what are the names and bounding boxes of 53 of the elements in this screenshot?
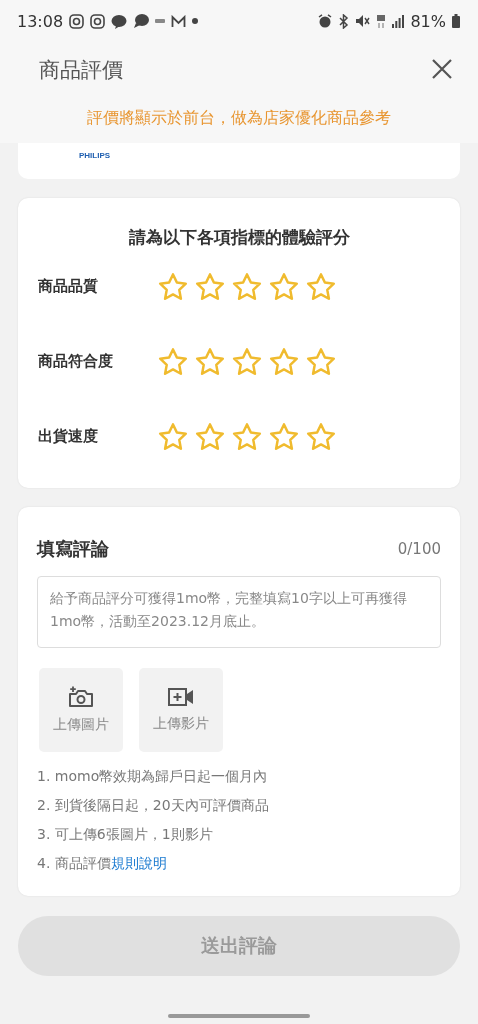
mute-icon [355,14,371,28]
speech-bubble-icon [133,13,150,29]
signal-icon [392,14,405,28]
star-icon[interactable] [268,270,300,303]
video-plus-icon [168,687,194,707]
star-icon[interactable] [305,420,337,453]
rule-text: 2. 到貨後隔日起，20天內可評價商品 [37,796,270,815]
star-icon[interactable] [157,420,189,453]
star-icon[interactable] [194,345,226,378]
criterion-label: 商品符合度 [38,352,114,371]
dot-icon [192,18,199,24]
star-icon[interactable] [157,345,189,378]
star-icon[interactable] [157,270,189,303]
star-icon[interactable] [231,345,263,378]
camera-plus-icon [68,686,94,708]
rules-link[interactable]: 規則說明 [110,855,167,871]
star-icon[interactable] [305,345,337,378]
star-icon[interactable] [268,420,300,453]
chat-bubble-icon [111,13,128,29]
battery-percentage: 81% [410,11,446,31]
character-counter: 0/100 [397,540,441,558]
camera-app-icon [69,13,85,29]
star-icon[interactable] [194,420,226,453]
close-icon [432,58,452,79]
criterion-label: 商品品質 [38,277,99,296]
star-rating[interactable] [157,345,337,378]
section-title: 填寫評論 [37,537,109,561]
camera-app-icon [90,13,106,29]
upload-video-button[interactable]: 上傳影片 [139,668,223,752]
clock: 13:08 [17,11,64,31]
brand-logo: PHILIPS [79,151,111,160]
star-icon[interactable] [305,270,337,303]
criterion-label: 出貨速度 [38,427,99,446]
star-rating[interactable] [157,270,337,303]
battery-icon [452,14,460,28]
star-icon[interactable] [231,420,263,453]
notice-text: 評價將顯示於前台，做為店家優化商品參考 [86,108,392,129]
home-indicator[interactable] [168,1014,310,1018]
rule-text: 1. momo幣效期為歸戶日起一個月內 [37,767,269,786]
star-icon[interactable] [194,270,226,303]
comment-field[interactable]: 給予商品評分可獲得1mo幣，完整填寫10字以上可再獲得1mo幣，活動至2023.12月底止。 [37,576,441,648]
rule-text: 4. 商品評價規則說明 [37,854,168,873]
rating-title: 請為以下各項指標的體驗評分 [127,226,351,249]
mail-icon [171,14,187,28]
alarm-icon [318,14,333,28]
small-app-icon [155,18,166,24]
star-rating[interactable] [157,420,337,453]
page-title: 商品評價 [39,57,123,83]
star-icon[interactable] [268,345,300,378]
upload-photo-button[interactable]: 上傳圖片 [39,668,123,752]
bluetooth-icon [338,13,350,29]
star-icon[interactable] [231,270,263,303]
rule-text: 3. 可上傳6張圖片，1則影片 [37,825,214,844]
